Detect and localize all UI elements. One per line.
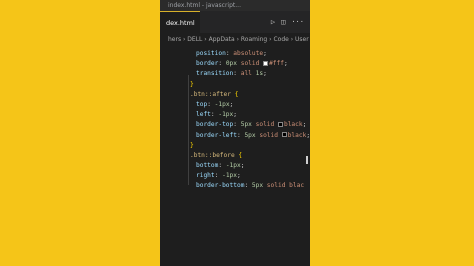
split-editor-icon[interactable]: ◫ [281,11,285,33]
color-swatch[interactable] [277,121,283,127]
editor-actions: ▷ ◫ ··· [271,11,304,33]
code-line: .btn::before { [190,151,243,159]
play-icon[interactable]: ▷ [271,11,275,33]
color-swatch[interactable] [263,60,269,66]
code-line: } [190,141,194,149]
code-line: position: absolute; [196,50,267,57]
code-line: transition: all 1s; [196,70,267,78]
code-line: .btn::after { [190,90,239,98]
text-cursor [306,156,308,164]
code-line: border-top: 5px solid black; [196,121,307,129]
more-icon[interactable]: ··· [291,11,304,33]
vscode-window: index.html - javascript... dex.html ▷ ◫ … [160,0,310,266]
code-line: bottom: -1px; [196,162,245,170]
code-line: top: -1px; [196,100,234,108]
code-line: right: -1px; [196,172,241,180]
breadcrumb[interactable]: hers › DELL › AppData › Roaming › Code ›… [160,33,310,47]
code-editor[interactable]: position: absolute; border: 0px solid #f… [160,47,310,192]
tab-bar: dex.html ▷ ◫ ··· [160,11,310,33]
code-line: border-left: 5px solid black; [196,131,310,139]
tab-index-html[interactable]: dex.html [160,11,200,33]
video-frame: index.html - javascript... dex.html ▷ ◫ … [0,0,474,266]
code-line: border-bottom: 5px solid blac [196,182,305,190]
window-title: index.html - javascript... [160,0,310,11]
color-swatch[interactable] [281,132,287,137]
code-line: border: 0px solid #fff; [196,60,288,68]
code-line: left: -1px; [196,111,237,119]
code-line: } [190,80,194,88]
